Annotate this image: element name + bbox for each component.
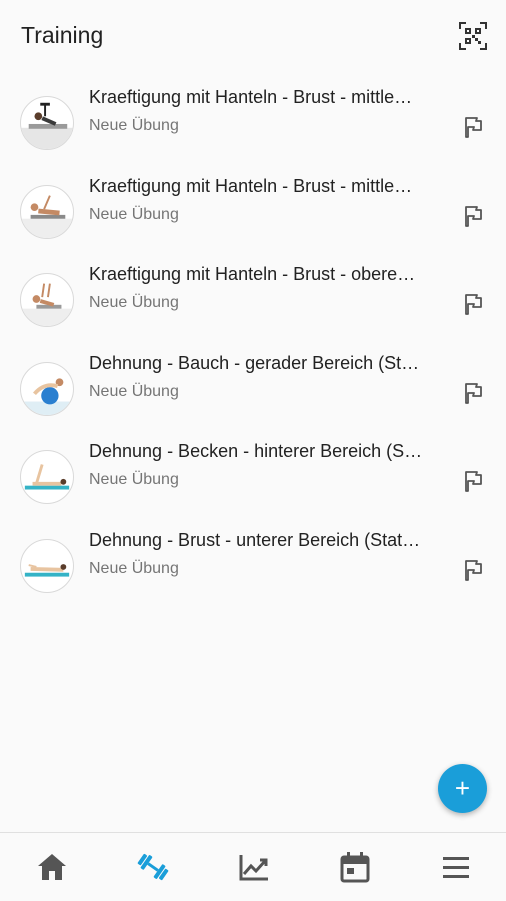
app-header: Training: [0, 0, 506, 70]
exercise-title: Kraeftigung mit Hanteln - Brust - obere…: [89, 264, 416, 284]
exercise-row[interactable]: Dehnung - Brust - unterer Bereich (Stat……: [0, 509, 506, 598]
exercise-title: Dehnung - Brust - unterer Bereich (Stat…: [89, 529, 421, 550]
exercise-thumbnail: [20, 96, 74, 150]
nav-calendar[interactable]: [337, 849, 373, 885]
exercise-title: Dehnung - Becken - hinterer Bereich (S…: [89, 441, 423, 461]
flag-icon[interactable]: [461, 469, 485, 493]
flag-icon[interactable]: [461, 558, 485, 582]
exercise-subtitle: Neue Übung: [89, 382, 179, 400]
exercise-list: Kraeftigung mit Hanteln - Brust - mittle…: [0, 66, 506, 597]
exercise-title: Kraeftigung mit Hanteln - Brust - mittle…: [89, 87, 413, 107]
exercise-row[interactable]: Kraeftigung mit Hanteln - Brust - mittle…: [0, 66, 506, 155]
flag-icon[interactable]: [461, 204, 485, 228]
home-icon: [38, 854, 66, 880]
exercise-thumbnail: [20, 361, 74, 416]
exercise-row[interactable]: Kraeftigung mit Hanteln - Brust - obere……: [0, 243, 506, 332]
page-title: Training: [21, 22, 104, 48]
nav-training[interactable]: [135, 849, 171, 885]
calendar-icon: [340, 852, 370, 883]
nav-statistics[interactable]: [236, 849, 272, 885]
qr-code-icon[interactable]: [459, 22, 487, 50]
flag-icon[interactable]: [461, 115, 485, 139]
flag-icon[interactable]: [461, 381, 485, 405]
dumbbell-icon: [137, 853, 169, 881]
exercise-title: Kraeftigung mit Hanteln - Brust - mittle…: [89, 175, 413, 196]
exercise-row[interactable]: Kraeftigung mit Hanteln - Brust - mittle…: [0, 155, 506, 244]
trending-chart-icon: [239, 855, 268, 881]
exercise-thumbnail: [20, 184, 74, 239]
add-exercise-button[interactable]: +: [438, 764, 487, 813]
exercise-subtitle: Neue Übung: [89, 471, 179, 488]
flag-icon[interactable]: [461, 292, 485, 316]
exercise-title: Dehnung - Bauch - gerader Bereich (St…: [89, 352, 420, 373]
exercise-subtitle: Neue Übung: [89, 117, 179, 134]
nav-home[interactable]: [34, 849, 70, 885]
exercise-subtitle: Neue Übung: [89, 559, 179, 577]
bottom-navigation: [0, 832, 506, 901]
exercise-thumbnail: [20, 538, 74, 593]
menu-icon: [443, 857, 469, 878]
nav-menu[interactable]: [438, 849, 474, 885]
exercise-row[interactable]: Dehnung - Bauch - gerader Bereich (St… N…: [0, 332, 506, 421]
exercise-row[interactable]: Dehnung - Becken - hinterer Bereich (S… …: [0, 420, 506, 509]
exercise-thumbnail: [20, 450, 74, 504]
exercise-subtitle: Neue Übung: [89, 294, 179, 311]
exercise-thumbnail: [20, 273, 74, 327]
exercise-subtitle: Neue Übung: [89, 205, 179, 223]
